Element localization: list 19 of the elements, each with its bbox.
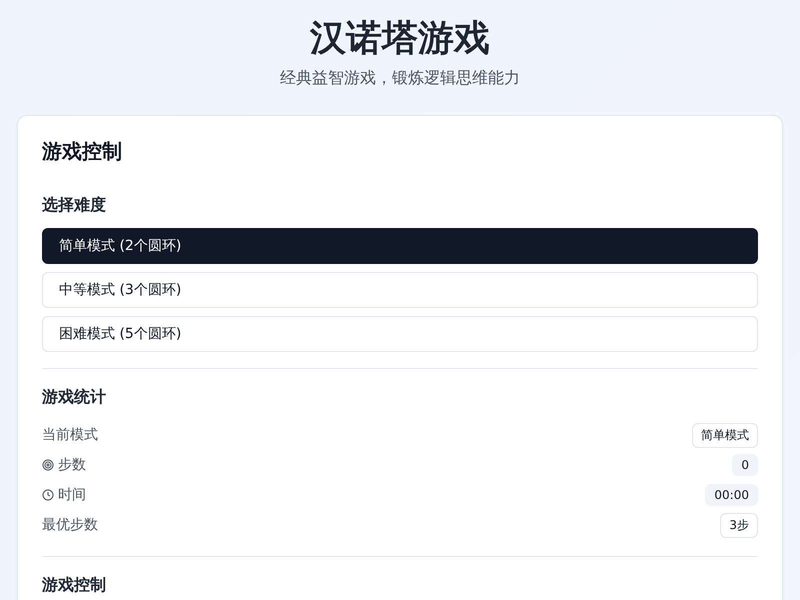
page-subtitle: 经典益智游戏，锻炼逻辑思维能力 (280, 68, 520, 89)
stat-value: 00:00 (705, 484, 758, 506)
stat-label: 步数 (58, 456, 86, 474)
target-icon (42, 459, 54, 471)
stat-label: 时间 (58, 486, 86, 504)
stat-value: 简单模式 (692, 422, 758, 448)
difficulty-option[interactable]: 简单模式 (2个圆环) (42, 228, 758, 264)
difficulty-option[interactable]: 困难模式 (5个圆环) (42, 316, 758, 352)
stat-label: 最优步数 (42, 516, 98, 534)
section-heading: 选择难度 (42, 195, 107, 216)
section-heading: 游戏统计 (42, 387, 107, 408)
card-title: 游戏控制 (42, 138, 123, 165)
stat-label: 当前模式 (42, 426, 98, 444)
stat-value: 3步 (720, 512, 758, 538)
page-title: 汉诺塔游戏 (310, 17, 490, 61)
difficulty-option[interactable]: 中等模式 (3个圆环) (42, 272, 758, 308)
section-heading: 游戏控制 (42, 575, 107, 596)
stat-value: 0 (732, 454, 758, 476)
clock-icon (42, 489, 54, 501)
